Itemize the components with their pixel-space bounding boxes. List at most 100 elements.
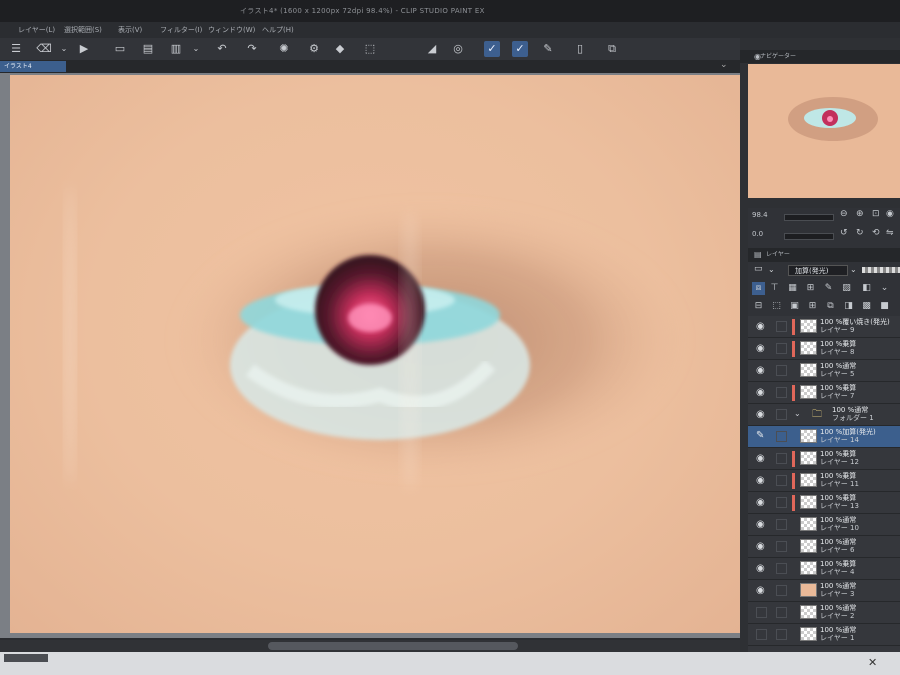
layer-row[interactable]: 100 %通常 レイヤー 2 xyxy=(748,602,900,624)
menu-layer[interactable]: レイヤー(L) xyxy=(18,25,55,35)
pen-settings-icon[interactable]: ✓ xyxy=(484,41,500,57)
layer-row[interactable]: ◉ 100 %通常 レイヤー 6 xyxy=(748,536,900,558)
eye-icon[interactable]: ◉ xyxy=(756,497,765,508)
layer-row[interactable]: ◉ 100 %通常 レイヤー 10 xyxy=(748,514,900,536)
close-icon[interactable]: ✕ xyxy=(868,656,877,669)
layer-row[interactable]: ✎ 100 %加算(発光) レイヤー 14 xyxy=(748,426,900,448)
duplicate-icon[interactable]: ⧉ xyxy=(824,300,837,313)
layer-row[interactable]: ◉ 100 %通常 レイヤー 5 xyxy=(748,360,900,382)
actual-size-icon[interactable]: ◉ xyxy=(886,209,894,219)
drawing-canvas[interactable] xyxy=(10,75,740,633)
snap-icon[interactable]: ◎ xyxy=(450,41,466,57)
layer-row[interactable]: ◉ 100 %乗算 レイヤー 12 xyxy=(748,448,900,470)
mask-add-icon[interactable]: ◨ xyxy=(842,300,855,313)
menu-icon[interactable]: ☰ xyxy=(8,41,24,57)
clip-icon[interactable]: ⧈ xyxy=(752,282,765,295)
layer-lock-toggle[interactable] xyxy=(776,453,787,464)
layer-lock-toggle[interactable] xyxy=(776,343,787,354)
chevron-down-icon[interactable]: ⌄ xyxy=(878,282,891,295)
canvas-area[interactable] xyxy=(0,73,770,638)
eye-icon[interactable]: ◉ xyxy=(756,541,765,552)
draft-icon[interactable]: ✎ xyxy=(822,282,835,295)
copy-icon[interactable]: ⧉ xyxy=(604,41,620,57)
layer-row[interactable]: ◉ 100 %乗算 レイヤー 13 xyxy=(748,492,900,514)
layer-lock-toggle[interactable] xyxy=(776,387,787,398)
blend-mode-select[interactable]: 加算(発光) xyxy=(788,265,848,276)
rotate-left-icon[interactable]: ↺ xyxy=(840,228,848,238)
layer-lock-toggle[interactable] xyxy=(776,321,787,332)
layer-row[interactable]: ◉ 100 %乗算 レイヤー 4 xyxy=(748,558,900,580)
layer-lock-toggle[interactable] xyxy=(776,541,787,552)
lock-icon[interactable]: ▦ xyxy=(786,282,799,295)
layer-lock-toggle[interactable] xyxy=(776,475,787,486)
status-tab[interactable] xyxy=(4,654,48,662)
fill-icon[interactable]: ◆ xyxy=(332,41,348,57)
layer-lock-toggle[interactable] xyxy=(776,629,787,640)
merge-icon[interactable]: ⊞ xyxy=(806,300,819,313)
redo-icon[interactable]: ↷ xyxy=(244,41,260,57)
gear-icon[interactable]: ⚙ xyxy=(306,41,322,57)
transform-icon[interactable]: ⬚ xyxy=(362,41,378,57)
canvas-tab[interactable]: イラスト4 xyxy=(0,61,66,72)
menu-window[interactable]: ウィンドウ(W) xyxy=(208,25,255,35)
undo-icon[interactable]: ↶ xyxy=(214,41,230,57)
menu-help[interactable]: ヘルプ(H) xyxy=(262,25,294,35)
settings-icon[interactable]: ✺ xyxy=(276,41,292,57)
pen-settings-icon[interactable]: ✓ xyxy=(512,41,528,57)
layer-row[interactable]: ◉ 100 %乗算 レイヤー 11 xyxy=(748,470,900,492)
eye-icon[interactable]: ◉ xyxy=(756,365,765,376)
eye-icon[interactable]: ◉ xyxy=(756,387,765,398)
apply-mask-icon[interactable]: ▩ xyxy=(860,300,873,313)
layer-lock-toggle[interactable] xyxy=(776,431,787,442)
eye-icon[interactable]: ◉ xyxy=(756,519,765,530)
eye-icon[interactable]: ◉ xyxy=(756,563,765,574)
layer-row[interactable]: ◉ 100 %乗算 レイヤー 8 xyxy=(748,338,900,360)
open-icon[interactable]: ▤ xyxy=(140,41,156,57)
reference-icon[interactable]: ⊤ xyxy=(768,282,781,295)
eye-icon[interactable]: ◉ xyxy=(756,321,765,332)
new-vector-icon[interactable]: ⬚ xyxy=(770,300,783,313)
scrollbar-thumb[interactable] xyxy=(268,642,518,650)
new-raster-icon[interactable]: ⊟ xyxy=(752,300,765,313)
chevron-down-icon[interactable]: ⌄ xyxy=(188,41,204,57)
rotate-right-icon[interactable]: ↻ xyxy=(856,228,864,238)
layer-lock-toggle[interactable] xyxy=(776,585,787,596)
mask-icon[interactable]: ▨ xyxy=(840,282,853,295)
eye-icon[interactable]: ◉ xyxy=(756,585,765,596)
chevron-down-icon[interactable]: ⌄ xyxy=(850,265,857,274)
eye-icon[interactable]: ◉ xyxy=(756,409,765,420)
palette-icon[interactable]: ◧ xyxy=(860,282,873,295)
zoom-slider[interactable] xyxy=(784,214,834,221)
horizontal-scrollbar[interactable] xyxy=(0,640,770,652)
layer-lock-toggle[interactable] xyxy=(776,409,787,420)
delete-icon[interactable]: ■ xyxy=(878,300,891,313)
menu-selection[interactable]: 選択範囲(S) xyxy=(64,25,102,35)
play-icon[interactable]: ▶ xyxy=(76,41,92,57)
eye-icon[interactable]: ◉ xyxy=(756,343,765,354)
chevron-down-icon[interactable]: ⌄ xyxy=(768,265,775,274)
menu-view[interactable]: 表示(V) xyxy=(118,25,142,35)
new-folder-icon[interactable]: ▣ xyxy=(788,300,801,313)
layer-row[interactable]: ◉ ⌄ 🗀 100 %通常 フォルダー 1 xyxy=(748,404,900,426)
visibility-toggle[interactable] xyxy=(756,629,767,640)
opacity-slider[interactable] xyxy=(862,267,900,273)
menu-filter[interactable]: フィルター(I) xyxy=(160,25,202,35)
navigator-preview[interactable] xyxy=(748,64,900,198)
layer-lock-toggle[interactable] xyxy=(776,365,787,376)
layer-lock-toggle[interactable] xyxy=(776,519,787,530)
zoom-in-icon[interactable]: ⊕ xyxy=(856,209,864,219)
layer-lock-toggle[interactable] xyxy=(776,497,787,508)
flip-icon[interactable]: ⇋ xyxy=(886,228,894,238)
zoom-out-icon[interactable]: ⊖ xyxy=(840,209,848,219)
chevron-down-icon[interactable]: ⌄ xyxy=(56,41,72,57)
layer-row[interactable]: ◉ 100 %覆い焼き(発光) レイヤー 9 xyxy=(748,316,900,338)
reset-rotate-icon[interactable]: ⟲ xyxy=(872,228,880,238)
fit-icon[interactable]: ⊡ xyxy=(872,209,880,219)
new-file-icon[interactable]: ▭ xyxy=(112,41,128,57)
folder-expander-icon[interactable]: ⌄ xyxy=(794,409,801,418)
lock-alpha-icon[interactable]: ⊞ xyxy=(804,282,817,295)
layer-lock-toggle[interactable] xyxy=(776,607,787,618)
edit-icon[interactable]: ✎ xyxy=(540,41,556,57)
device-icon[interactable]: ▯ xyxy=(572,41,588,57)
eye-icon[interactable]: ◉ xyxy=(756,475,765,486)
